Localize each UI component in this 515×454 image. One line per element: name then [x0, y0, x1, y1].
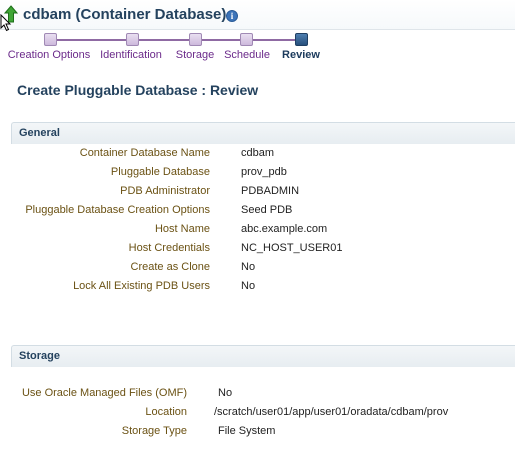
field-label: Use Oracle Managed Files (OMF): [21, 387, 187, 399]
train-label-schedule[interactable]: Schedule: [224, 49, 270, 61]
general-row: Container Database Name cdbam: [0, 147, 515, 166]
field-value: /scratch/user01/app/user01/oradata/cdbam…: [214, 406, 449, 418]
storage-section-header: Storage: [11, 345, 515, 367]
storage-row: Use Oracle Managed Files (OMF) No: [0, 387, 515, 406]
general-row: PDB Administrator PDBADMIN: [0, 185, 515, 204]
field-label: Storage Type: [121, 425, 187, 437]
train-stop-identification[interactable]: [126, 33, 139, 46]
train-stop-storage[interactable]: [189, 33, 202, 46]
process-train: Creation Options Identification Storage …: [0, 30, 515, 66]
train-label-identification[interactable]: Identification: [100, 49, 162, 61]
field-label: Location: [145, 406, 187, 418]
general-section-header: General: [11, 122, 515, 144]
field-value: PDBADMIN: [241, 185, 300, 197]
field-value: No: [218, 387, 233, 399]
page-title: cdbam (Container Database): [23, 6, 227, 23]
field-label: Host Name: [154, 223, 210, 235]
general-row: Host Credentials NC_HOST_USER01: [0, 242, 515, 261]
train-stop-review: [295, 33, 308, 46]
field-label: Host Credentials: [128, 242, 210, 254]
field-value: File System: [218, 425, 276, 437]
field-label: Container Database Name: [79, 147, 210, 159]
storage-row: Storage Type File System: [0, 425, 515, 444]
field-label: Pluggable Database Creation Options: [25, 204, 210, 216]
field-value: abc.example.com: [241, 223, 328, 235]
train-label-creation-options[interactable]: Creation Options: [8, 49, 91, 61]
field-value: No: [241, 280, 256, 292]
field-value: cdbam: [241, 147, 275, 159]
storage-row: Location /scratch/user01/app/user01/orad…: [0, 406, 515, 425]
field-label: PDB Administrator: [120, 185, 210, 197]
general-row: Create as Clone No: [0, 261, 515, 280]
field-label: Lock All Existing PDB Users: [73, 280, 210, 292]
field-value: Seed PDB: [241, 204, 293, 216]
general-row: Pluggable Database Creation Options Seed…: [0, 204, 515, 223]
train-stop-schedule[interactable]: [240, 33, 253, 46]
general-section-title: General: [19, 127, 60, 139]
field-value: prov_pdb: [241, 166, 287, 178]
field-value: No: [241, 261, 256, 273]
field-label: Pluggable Database: [110, 166, 210, 178]
storage-section-title: Storage: [19, 350, 60, 362]
header-bar: cdbam (Container Database) i: [0, 0, 515, 30]
train-label-storage[interactable]: Storage: [176, 49, 215, 61]
train-label-review: Review: [282, 49, 320, 61]
train-stop-creation-options[interactable]: [44, 33, 57, 46]
main-heading: Create Pluggable Database : Review: [17, 82, 259, 98]
field-label: Create as Clone: [130, 261, 211, 273]
general-row: Lock All Existing PDB Users No: [0, 280, 515, 299]
train-connector: [50, 39, 301, 41]
general-row: Host Name abc.example.com: [0, 223, 515, 242]
field-value: NC_HOST_USER01: [241, 242, 343, 254]
information-icon[interactable]: i: [226, 10, 238, 22]
general-row: Pluggable Database prov_pdb: [0, 166, 515, 185]
